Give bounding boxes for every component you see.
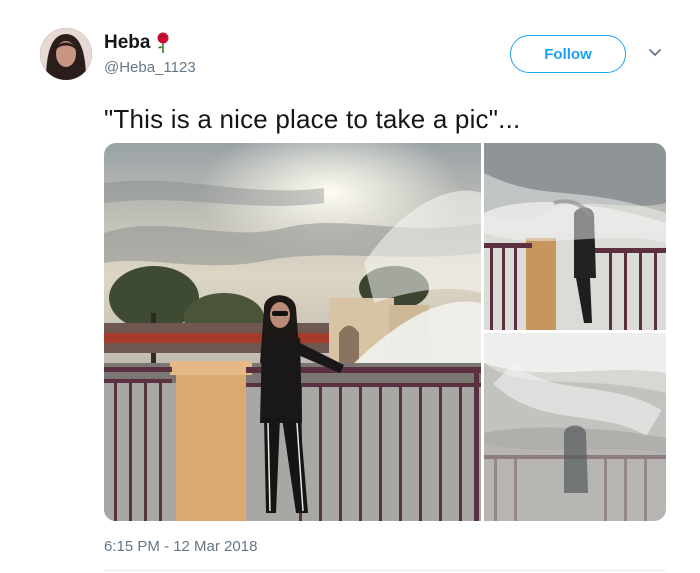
photo-main[interactable] [104,143,481,521]
tweet-text: "This is a nice place to take a pic"... [104,104,521,134]
avatar[interactable] [40,28,92,80]
author-name[interactable]: Heba [104,32,150,54]
author-handle[interactable]: @Heba_1123 [104,59,196,76]
tweet-card: Heba @Heba_1123 Follow "This is a nice p… [0,0,700,573]
follow-button[interactable]: Follow [510,35,626,73]
author-info: Heba @Heba_1123 [104,32,196,76]
divider [104,570,666,571]
photo-bottom-right[interactable] [484,333,666,521]
media-grid [104,143,666,521]
chevron-down-icon[interactable] [648,46,662,60]
photo-top-right[interactable] [484,143,666,330]
rose-icon [154,32,172,54]
author-name-row: Heba [104,32,196,54]
tweet-timestamp[interactable]: 6:15 PM - 12 Mar 2018 [104,538,257,555]
